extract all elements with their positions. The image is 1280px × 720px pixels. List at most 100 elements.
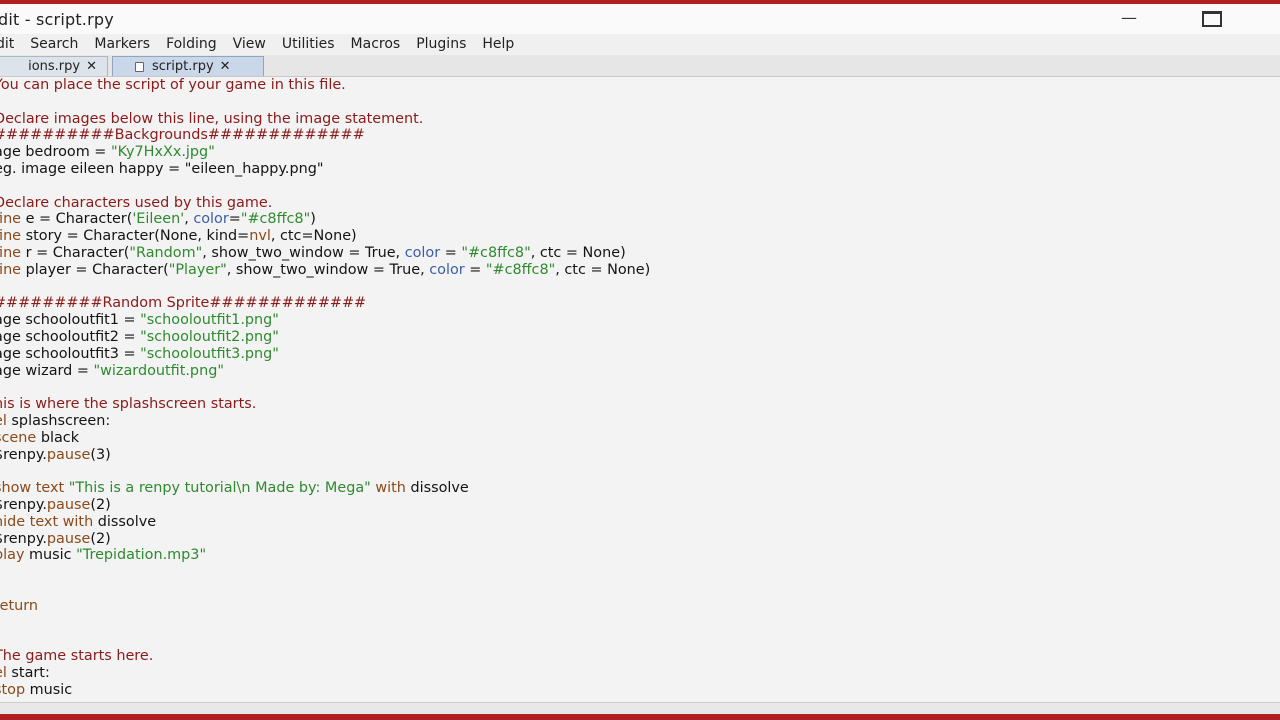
menu-view[interactable]: View	[233, 36, 266, 52]
code-line: #########Random Sprite#############	[0, 295, 650, 312]
code-token: return	[0, 597, 39, 614]
code-line: stop music	[0, 682, 650, 699]
code-line: return	[0, 598, 650, 615]
code-token: "Random"	[129, 244, 203, 261]
tab-options-rpy[interactable]: ions.rpy ✕	[0, 56, 108, 76]
code-token: fine	[0, 244, 22, 261]
code-token: age schooloutfit3 =	[0, 345, 141, 362]
code-token: r = Character(	[21, 244, 130, 261]
code-token: hide text with	[0, 513, 94, 530]
code-token: pause	[46, 496, 91, 513]
code-token: dissolve	[93, 513, 157, 530]
code-token: color	[429, 261, 465, 278]
menu-folding[interactable]: Folding	[166, 36, 217, 52]
code-line: fine r = Character("Random", show_two_wi…	[0, 245, 650, 262]
code-token: e = Character(	[21, 211, 133, 228]
code-editor[interactable]: You can place the script of your game in…	[0, 77, 1280, 702]
code-line: show text "This is a renpy tutorial\n Ma…	[0, 480, 650, 497]
code-token: 'Eileen'	[132, 211, 185, 228]
menu-search[interactable]: Search	[30, 36, 78, 52]
code-token: age schooloutfit2 =	[0, 328, 141, 345]
code-token: fine	[0, 211, 22, 228]
horizontal-scrollbar[interactable]	[0, 702, 1280, 714]
menu-utilities[interactable]: Utilities	[282, 36, 335, 52]
code-token: You can place the script of your game in…	[0, 77, 346, 93]
code-line: $renpy.pause(2)	[0, 531, 650, 548]
menu-markers[interactable]: Markers	[94, 36, 150, 52]
code-token: pause	[46, 530, 91, 547]
code-token: age bedroom =	[0, 144, 111, 161]
code-line: fine e = Character('Eileen', color="#c8f…	[0, 211, 650, 228]
menu-help[interactable]: Help	[482, 36, 514, 52]
tab-script-rpy[interactable]: script.rpy ✕	[112, 56, 264, 76]
code-token: "#c8ffc8"	[240, 211, 311, 228]
code-token: age wizard =	[0, 362, 94, 379]
menu-macros[interactable]: Macros	[351, 36, 401, 52]
close-tab-icon[interactable]: ✕	[86, 59, 97, 74]
code-token: =	[228, 211, 241, 228]
code-token: =	[440, 244, 462, 261]
code-line: age wizard = "wizardoutfit.png"	[0, 363, 650, 380]
title-bar: dit - script.rpy —	[0, 4, 1280, 34]
code-token: fine	[0, 261, 22, 278]
code-line: age schooloutfit1 = "schooloutfit1.png"	[0, 312, 650, 329]
code-line: age bedroom = "Ky7HxXx.jpg"	[0, 144, 650, 161]
code-token: fine	[0, 228, 22, 245]
code-token: The game starts here.	[0, 648, 154, 665]
buffer-tab-bar: ions.rpy ✕ script.rpy ✕	[0, 55, 1280, 77]
code-token: , show_two_window = True,	[226, 261, 430, 278]
code-token: story = Character(None, kind=	[21, 228, 250, 245]
window-title: dit - script.rpy	[0, 9, 114, 29]
code-token: (2)	[90, 530, 111, 547]
code-line: el splashscreen:	[0, 413, 650, 430]
menu-bar: dit Search Markers Folding View Utilitie…	[0, 34, 1280, 54]
tab-label: ions.rpy	[28, 59, 81, 74]
code-token: with	[370, 480, 406, 497]
code-token: ##########Backgrounds#############	[0, 127, 365, 144]
code-token: nvl	[249, 228, 271, 245]
code-token: eg. image eileen happy = "eileen_happy.p…	[0, 160, 324, 177]
code-token: "Player"	[168, 261, 227, 278]
maximize-icon[interactable]	[1202, 11, 1222, 27]
code-line: fine story = Character(None, kind=nvl, c…	[0, 228, 650, 245]
code-token: "schooloutfit2.png"	[140, 328, 279, 345]
code-line: $renpy.pause(2)	[0, 497, 650, 514]
code-token: $renpy.	[0, 446, 47, 463]
code-token: "wizardoutfit.png"	[93, 362, 224, 379]
code-token: , ctc = None)	[530, 244, 626, 261]
tab-label: script.rpy	[152, 59, 214, 74]
code-line: You can place the script of your game in…	[0, 77, 650, 94]
code-lines: You can place the script of your game in…	[0, 77, 650, 698]
code-token: $renpy.	[0, 496, 47, 513]
code-token: black	[36, 429, 80, 446]
code-line: play music "Trepidation.mp3"	[0, 547, 650, 564]
close-tab-icon[interactable]: ✕	[220, 59, 231, 74]
menu-edit[interactable]: dit	[0, 36, 14, 52]
code-token: "#c8ffc8"	[461, 244, 531, 261]
code-token: Declare images below this line, using th…	[0, 110, 424, 127]
code-line: $renpy.pause(3)	[0, 447, 650, 464]
code-token: stop	[0, 681, 26, 698]
code-line: fine player = Character("Player", show_t…	[0, 262, 650, 279]
minimize-icon[interactable]: —	[1118, 8, 1140, 30]
code-token: $renpy.	[0, 530, 47, 547]
code-token: ,	[184, 211, 194, 228]
code-token: color	[193, 211, 229, 228]
code-token: splashscreen:	[6, 412, 111, 429]
code-token: , ctc = None)	[555, 261, 651, 278]
document-icon	[135, 61, 144, 72]
code-line: Declare characters used by this game.	[0, 195, 650, 212]
code-line: age schooloutfit2 = "schooloutfit2.png"	[0, 329, 650, 346]
code-line: scene black	[0, 430, 650, 447]
code-token: music	[25, 681, 73, 698]
code-line: ##########Backgrounds#############	[0, 127, 650, 144]
code-token: "schooloutfit1.png"	[140, 312, 279, 329]
menu-plugins[interactable]: Plugins	[416, 36, 466, 52]
